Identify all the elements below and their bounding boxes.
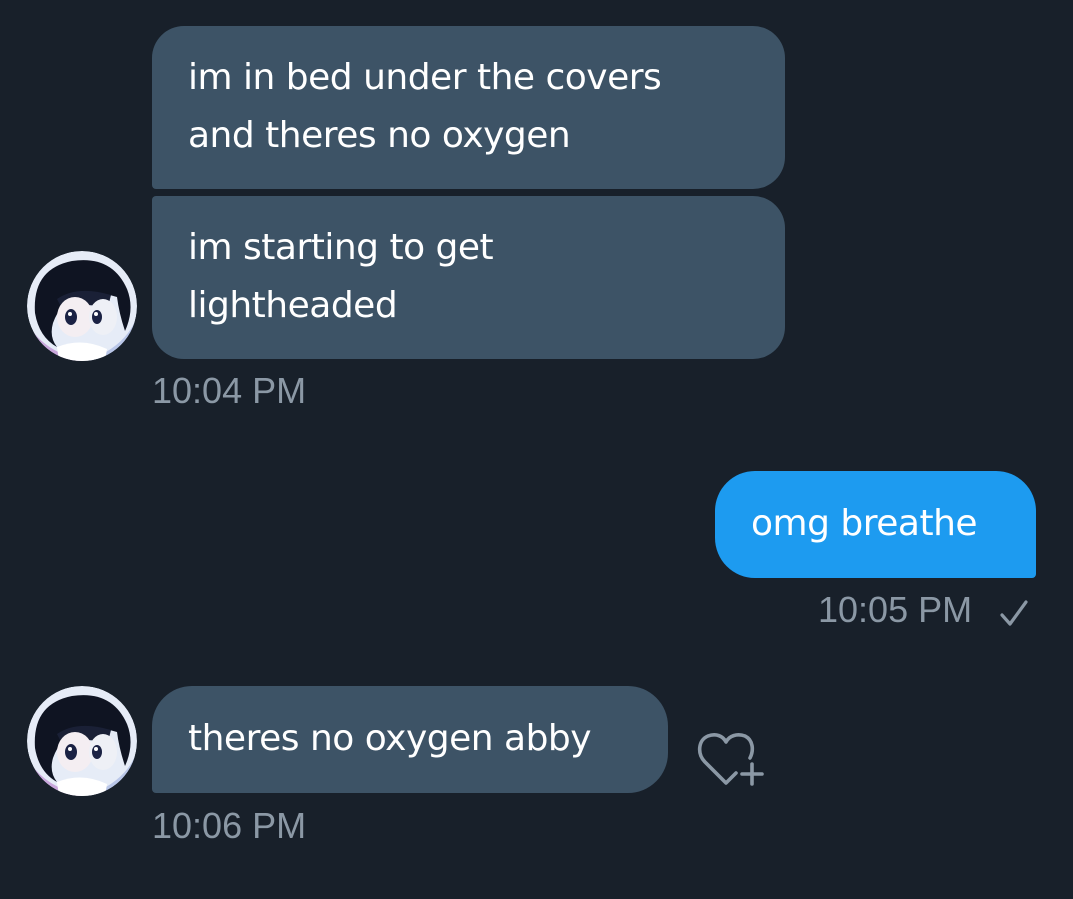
message-text: omg breathe xyxy=(751,503,978,544)
checkmark-icon xyxy=(1000,600,1028,626)
message-text-line: lightheaded xyxy=(188,285,398,326)
avatar[interactable] xyxy=(27,686,137,796)
message-text-line: im in bed under the covers xyxy=(188,57,662,98)
heart-plus-icon[interactable] xyxy=(696,728,768,790)
message-timestamp: 10:05 PM xyxy=(818,589,973,630)
message-text-line: and theres no oxygen xyxy=(188,115,571,156)
sent-message-bubble[interactable]: omg breathe xyxy=(715,471,1036,578)
avatar-image xyxy=(27,251,137,361)
received-message-bubble[interactable]: im starting to get lightheaded xyxy=(152,196,785,359)
received-message-bubble[interactable]: theres no oxygen abby xyxy=(152,686,668,793)
message-timestamp: 10:04 PM xyxy=(152,370,307,411)
message-text-line: im starting to get xyxy=(188,227,494,268)
message-timestamp: 10:06 PM xyxy=(152,805,307,846)
avatar[interactable] xyxy=(27,251,137,361)
message-text: theres no oxygen abby xyxy=(188,718,592,759)
avatar-image xyxy=(27,686,137,796)
received-message-bubble[interactable]: im in bed under the covers and theres no… xyxy=(152,26,785,189)
